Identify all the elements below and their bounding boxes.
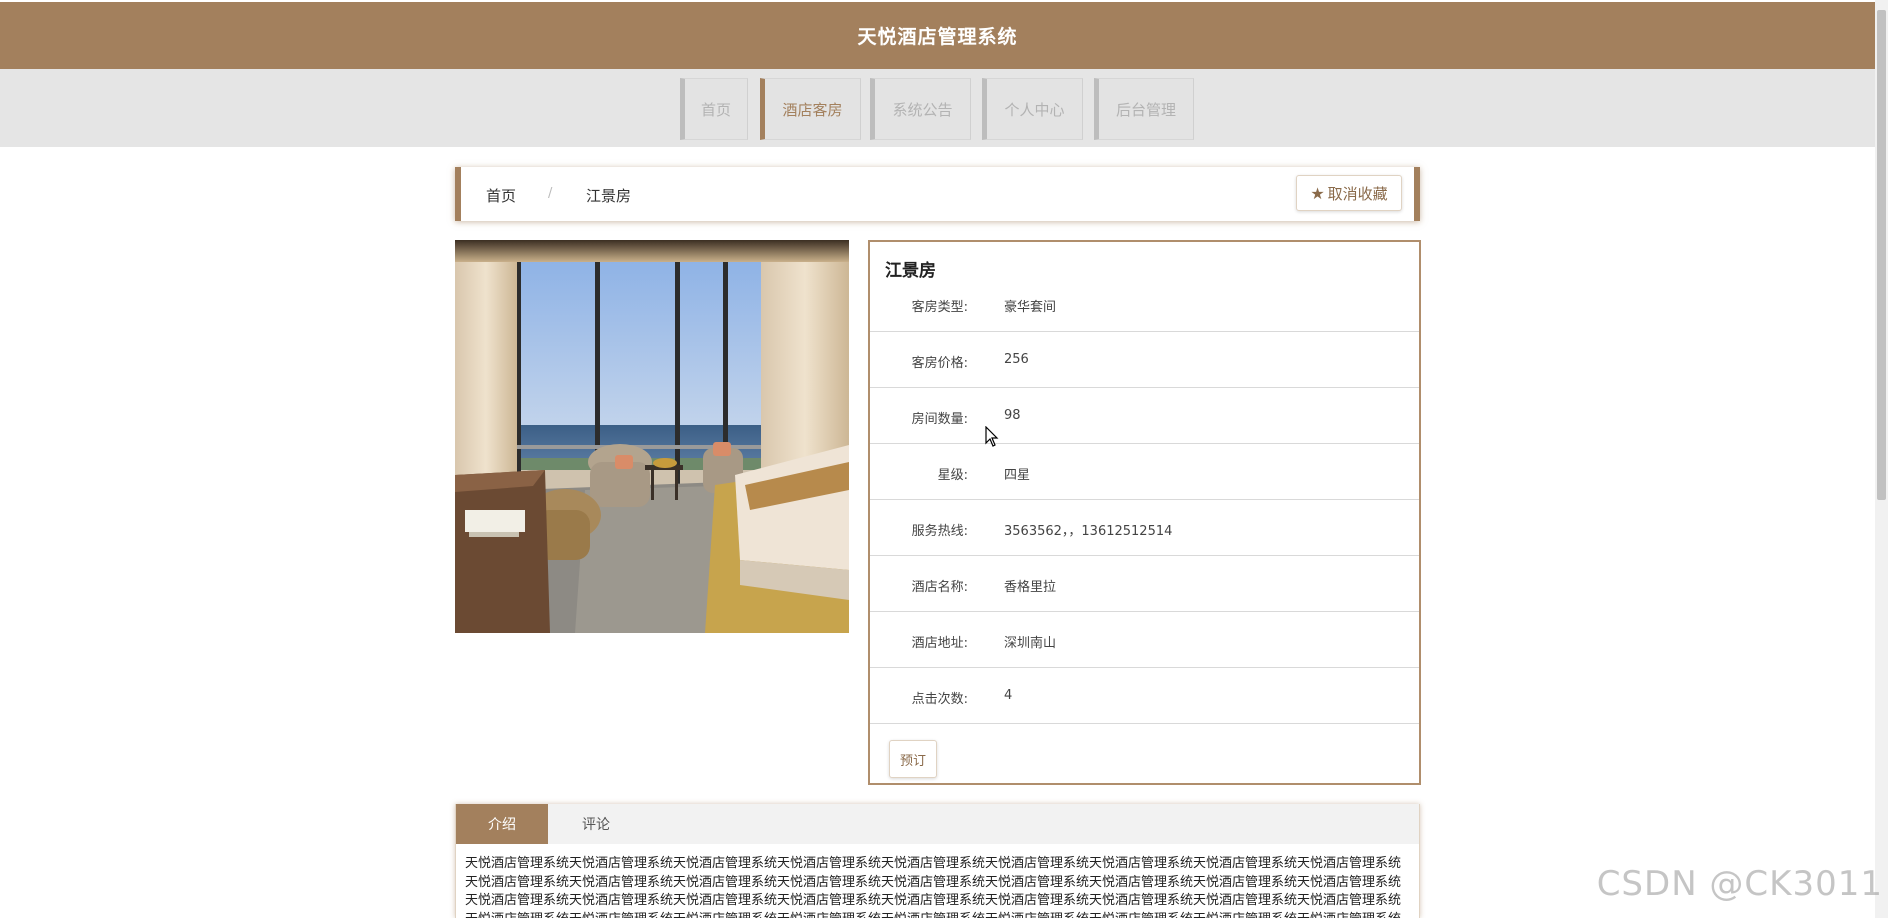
detail-label: 服务热线: bbox=[911, 524, 968, 539]
nav-item-announcements[interactable]: 系统公告 bbox=[870, 78, 971, 140]
detail-row-hotel-name: 酒店名称: 香格里拉 bbox=[870, 556, 1419, 612]
detail-row-star-level: 星级: 四星 bbox=[870, 444, 1419, 500]
main-nav: 首页 酒店客房 系统公告 个人中心 后台管理 bbox=[0, 69, 1875, 147]
detail-row-room-type: 客房类型: 豪华套间 bbox=[870, 276, 1419, 332]
breadcrumb: 首页 / 江景房 ★ 取消收藏 bbox=[455, 167, 1420, 221]
unfavorite-button-label: 取消收藏 bbox=[1327, 184, 1388, 203]
nav-item-admin[interactable]: 后台管理 bbox=[1094, 78, 1194, 140]
detail-value: 香格里拉 bbox=[1004, 580, 1057, 595]
detail-label: 客房类型: bbox=[911, 300, 968, 315]
detail-value: 四星 bbox=[1004, 468, 1031, 483]
detail-value: 深圳南山 bbox=[1004, 636, 1057, 651]
tab-intro[interactable]: 介绍 bbox=[456, 804, 548, 844]
tab-comments[interactable]: 评论 bbox=[548, 804, 644, 844]
detail-row-hotel-address: 酒店地址: 深圳南山 bbox=[870, 612, 1419, 668]
detail-label: 星级: bbox=[937, 468, 968, 483]
site-title: 天悦酒店管理系统 bbox=[857, 26, 1018, 48]
detail-value: 256 bbox=[1004, 352, 1029, 367]
room-photo bbox=[455, 240, 849, 633]
detail-value: 3563562，，13612512514 bbox=[1004, 524, 1173, 539]
detail-label: 点击次数: bbox=[911, 692, 968, 707]
page: 天悦酒店管理系统 首页 酒店客房 系统公告 个人中心 后台管理 首页 / 江景房… bbox=[0, 0, 1875, 918]
breadcrumb-current: 江景房 bbox=[586, 187, 632, 205]
star-icon: ★ bbox=[1310, 183, 1325, 203]
detail-row-click-count: 点击次数: 4 bbox=[870, 668, 1419, 724]
page-scrollbar[interactable] bbox=[1875, 0, 1888, 918]
intro-content: 天悦酒店管理系统天悦酒店管理系统天悦酒店管理系统天悦酒店管理系统天悦酒店管理系统… bbox=[465, 856, 1402, 918]
nav-item-hotel-rooms[interactable]: 酒店客房 bbox=[760, 78, 861, 140]
nav-item-home[interactable]: 首页 bbox=[680, 78, 748, 140]
breadcrumb-separator: / bbox=[548, 186, 553, 201]
detail-label: 酒店地址: bbox=[911, 636, 968, 651]
tab-bar: 介绍 评论 bbox=[456, 804, 1419, 844]
detail-label: 客房价格: bbox=[911, 356, 968, 371]
watermark-text: CSDN @CK3011 bbox=[1596, 864, 1883, 904]
detail-row-room-count: 房间数量: 98 bbox=[870, 388, 1419, 444]
detail-label: 房间数量: bbox=[911, 412, 968, 427]
room-details-panel: 江景房 客房类型: 豪华套间 客房价格: 256 房间数量: 98 星级: 四星… bbox=[868, 240, 1421, 785]
detail-value: 4 bbox=[1004, 688, 1013, 703]
description-tabs-panel: 介绍 评论 天悦酒店管理系统天悦酒店管理系统天悦酒店管理系统天悦酒店管理系统天悦… bbox=[455, 804, 1420, 918]
site-header: 天悦酒店管理系统 bbox=[0, 2, 1875, 69]
detail-label: 酒店名称: bbox=[911, 580, 968, 595]
nav-item-personal-center[interactable]: 个人中心 bbox=[982, 78, 1083, 140]
mouse-cursor-icon bbox=[985, 425, 999, 452]
scrollbar-thumb[interactable] bbox=[1877, 10, 1886, 500]
breadcrumb-home[interactable]: 首页 bbox=[486, 185, 516, 206]
unfavorite-button[interactable]: ★ 取消收藏 bbox=[1296, 175, 1402, 211]
detail-value: 98 bbox=[1004, 408, 1021, 423]
detail-value: 豪华套间 bbox=[1004, 300, 1057, 315]
detail-row-hotline: 服务热线: 3563562，，13612512514 bbox=[870, 500, 1419, 556]
detail-row-price: 客房价格: 256 bbox=[870, 332, 1419, 388]
book-button[interactable]: 预订 bbox=[889, 740, 937, 778]
